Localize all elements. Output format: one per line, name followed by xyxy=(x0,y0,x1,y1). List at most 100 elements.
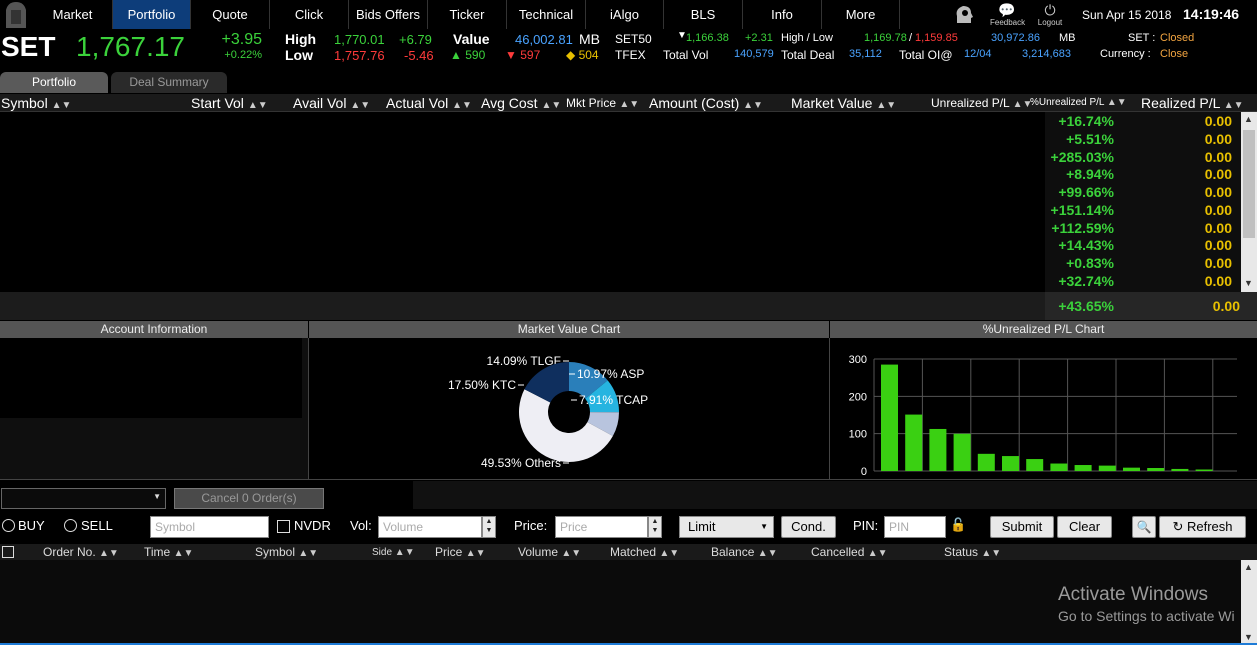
col-volume[interactable]: Volume ▲▼ xyxy=(518,545,581,560)
col-start-vol[interactable]: Start Vol ▲▼ xyxy=(191,94,268,112)
col-mkt-price[interactable]: Mkt Price ▲▼ xyxy=(566,94,639,112)
decliners: ▼ 597 xyxy=(505,48,540,62)
account-select[interactable]: ▼ xyxy=(1,488,166,509)
chevron-down-icon: ▼ xyxy=(153,492,161,501)
symbol-input[interactable]: Symbol xyxy=(150,516,269,538)
nav-technical[interactable]: Technical xyxy=(507,0,586,29)
upl-chart-header: %Unrealized P/L Chart xyxy=(830,321,1257,338)
price-input[interactable]: Price xyxy=(555,516,648,538)
sort-icon: ▲▼ xyxy=(247,100,268,111)
col-side[interactable]: Side ▲▼ xyxy=(372,545,415,560)
summary-pct: +43.65% xyxy=(1058,298,1114,314)
lock-icon[interactable]: 🔓 xyxy=(950,517,966,533)
upl-bar xyxy=(1195,469,1213,471)
order-table-body xyxy=(0,560,1241,645)
pie-label-ktc: 17.50% KTC xyxy=(448,378,516,392)
low-value: 1,757.76 xyxy=(334,48,385,63)
volume-stepper[interactable]: ▲ ▼ xyxy=(482,516,496,538)
nav-click[interactable]: Click xyxy=(270,0,349,29)
table-row-rpl: 0.00 xyxy=(1204,131,1232,147)
advancers: ▲ 590 xyxy=(450,48,485,62)
nav-quote[interactable]: Quote xyxy=(191,0,270,29)
nav-more[interactable]: More xyxy=(822,0,900,29)
nvdr-checkbox[interactable] xyxy=(277,520,290,533)
submit-button[interactable]: Submit xyxy=(990,516,1054,538)
table-row-pct: +151.14% xyxy=(1050,202,1114,218)
cond-button[interactable]: Cond. xyxy=(781,516,836,538)
col-cancelled[interactable]: Cancelled ▲▼ xyxy=(811,545,888,560)
sell-label: SELL xyxy=(81,518,113,533)
select-all-checkbox[interactable] xyxy=(2,546,14,558)
col-order-symbol-label: Symbol xyxy=(255,545,296,559)
search-button[interactable]: 🔍 xyxy=(1132,516,1156,538)
col-time[interactable]: Time ▲▼ xyxy=(144,545,193,560)
scroll-up-icon[interactable]: ▲ xyxy=(1244,114,1253,124)
cancel-orders-button[interactable]: Cancel 0 Order(s) xyxy=(174,488,324,509)
col-avail-vol[interactable]: Avail Vol ▲▼ xyxy=(293,94,370,112)
order-table-scrollbar[interactable]: ▲ ▼ xyxy=(1241,560,1257,645)
col-balance-label: Balance xyxy=(711,545,755,559)
pin-input[interactable]: PIN xyxy=(884,516,946,538)
col-order-symbol[interactable]: Symbol ▲▼ xyxy=(255,545,318,560)
table-row-pct: +112.59% xyxy=(1051,220,1114,236)
col-actual-vol[interactable]: Actual Vol ▲▼ xyxy=(386,94,472,112)
tab-portfolio[interactable]: Portfolio xyxy=(0,72,108,93)
table-row-pct: +14.43% xyxy=(1058,237,1114,253)
scrollbar-thumb[interactable] xyxy=(1243,130,1255,238)
y-tick-label: 200 xyxy=(849,391,867,403)
sort-icon: ▲▼ xyxy=(173,548,194,559)
col-price[interactable]: Price ▲▼ xyxy=(435,545,485,560)
logout-button[interactable]: ⏻ Logout xyxy=(1035,2,1065,27)
price-stepper[interactable]: ▲ ▼ xyxy=(648,516,662,538)
nav-portfolio[interactable]: Portfolio xyxy=(113,0,191,29)
stepper-down-icon[interactable]: ▼ xyxy=(652,527,659,534)
clear-button[interactable]: Clear xyxy=(1057,516,1112,538)
stepper-up-icon[interactable]: ▲ xyxy=(652,518,659,525)
col-balance[interactable]: Balance ▲▼ xyxy=(711,545,778,560)
order-type-select[interactable]: Limit ▼ xyxy=(679,516,774,538)
watermark-subtitle: Go to Settings to activate Wi xyxy=(1058,608,1235,624)
nav-info[interactable]: Info xyxy=(743,0,822,29)
upl-bar xyxy=(905,414,923,471)
col-pct-unrealized-pl[interactable]: %Unrealized P/L ▲▼ xyxy=(1030,94,1127,112)
message-bar xyxy=(413,481,1257,509)
col-symbol[interactable]: Symbol ▲▼ xyxy=(1,94,71,112)
scroll-up-icon[interactable]: ▲ xyxy=(1244,562,1253,572)
col-avg-cost[interactable]: Avg Cost ▲▼ xyxy=(481,94,561,112)
nav-bls[interactable]: BLS xyxy=(664,0,743,29)
currency-status: Close xyxy=(1160,48,1189,60)
scroll-down-icon[interactable]: ▼ xyxy=(1244,632,1253,642)
refresh-button[interactable]: ↻ Refresh xyxy=(1159,516,1246,538)
feedback-button[interactable]: 💬 Feedback xyxy=(990,2,1025,27)
table-scrollbar[interactable]: ▲ ▼ xyxy=(1241,112,1257,292)
chevron-down-icon: ▼ xyxy=(760,522,768,531)
col-avail-vol-label: Avail Vol xyxy=(293,95,347,111)
low-label: Low xyxy=(285,47,313,63)
sell-radio[interactable] xyxy=(64,519,77,532)
nav-ialgo[interactable]: iAlgo xyxy=(586,0,664,29)
nav-market[interactable]: Market xyxy=(33,0,113,29)
user-head-icon[interactable] xyxy=(953,3,975,25)
col-amount-cost[interactable]: Amount (Cost) ▲▼ xyxy=(649,94,763,112)
sort-icon: ▲▼ xyxy=(465,548,486,559)
col-market-value[interactable]: Market Value ▲▼ xyxy=(791,94,896,112)
col-matched[interactable]: Matched ▲▼ xyxy=(610,545,679,560)
col-realized-pl-label: Realized P/L xyxy=(1141,95,1220,111)
stepper-down-icon[interactable]: ▼ xyxy=(486,527,493,534)
buy-radio[interactable] xyxy=(2,519,15,532)
nav-bids-offers[interactable]: Bids Offers xyxy=(349,0,428,29)
set-status: Closed xyxy=(1160,32,1195,44)
stepper-up-icon[interactable]: ▲ xyxy=(486,518,493,525)
volume-input[interactable]: Volume xyxy=(378,516,482,538)
col-status[interactable]: Status ▲▼ xyxy=(944,545,1001,560)
upl-bar xyxy=(1123,467,1140,471)
nav-ticker[interactable]: Ticker xyxy=(428,0,507,29)
tab-deal-summary[interactable]: Deal Summary xyxy=(111,72,227,93)
app-logo-icon xyxy=(6,2,26,28)
value-label: Value xyxy=(453,31,490,47)
scroll-down-icon[interactable]: ▼ xyxy=(1244,278,1253,288)
sort-icon: ▲▼ xyxy=(452,100,472,111)
col-unrealized-pl[interactable]: Unrealized P/L ▲▼ xyxy=(931,94,1032,112)
col-order-no[interactable]: Order No. ▲▼ xyxy=(43,545,119,560)
col-realized-pl[interactable]: Realized P/L ▲▼ xyxy=(1141,94,1244,112)
